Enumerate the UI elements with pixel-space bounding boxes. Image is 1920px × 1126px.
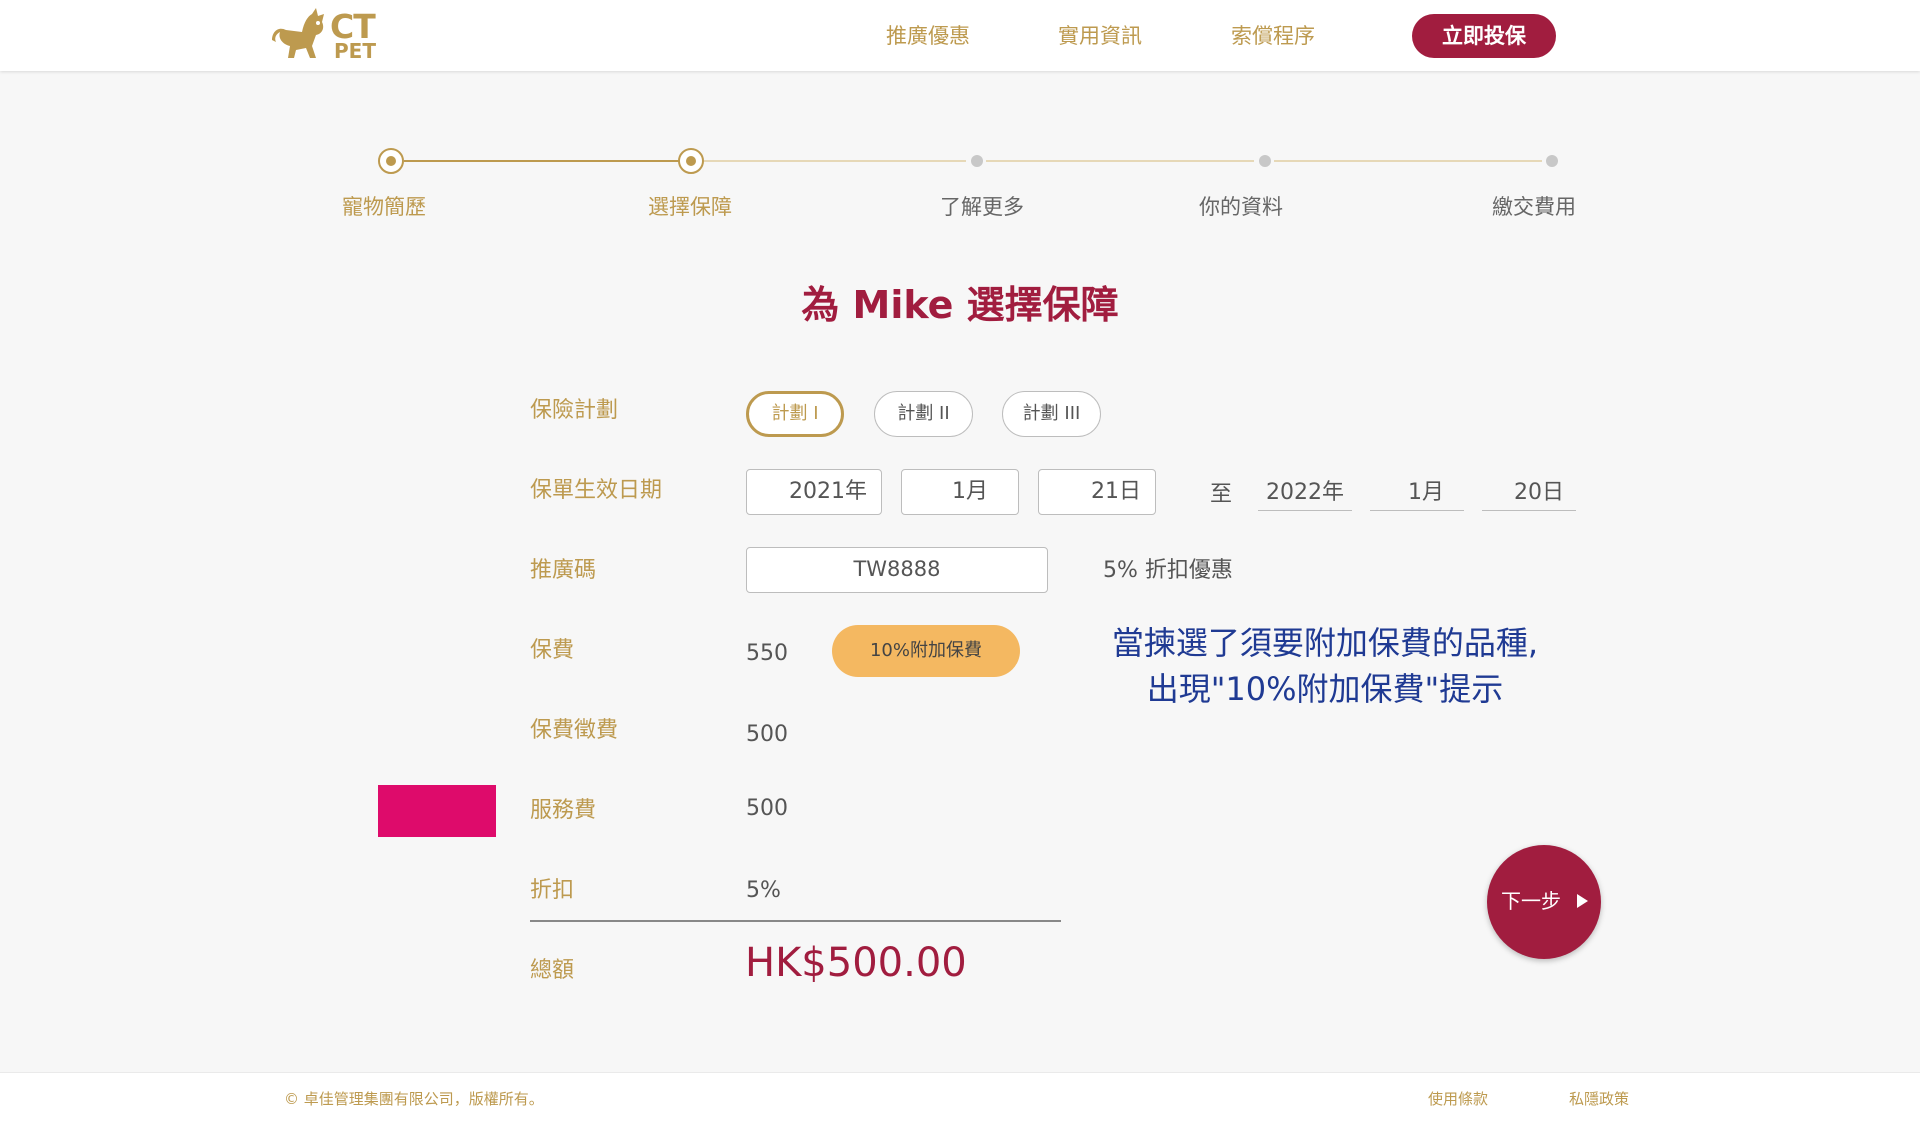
start-day-select[interactable]: 21日 bbox=[1038, 469, 1156, 515]
step-connector bbox=[704, 160, 966, 162]
promo-discount-text: 5% 折扣優惠 bbox=[1103, 558, 1233, 583]
effective-date-label: 保單生效日期 bbox=[530, 478, 663, 503]
step-dot-completed[interactable] bbox=[378, 148, 404, 174]
step-dot-pending bbox=[1546, 155, 1558, 167]
next-step-label: 下一步 bbox=[1501, 889, 1561, 913]
premium-label: 保費 bbox=[530, 638, 575, 663]
step-connector bbox=[986, 160, 1254, 162]
step-dot-pending bbox=[1259, 155, 1271, 167]
total-amount: HK$500.00 bbox=[745, 940, 967, 986]
annotation-line-2: 出現"10%附加保費"提示 bbox=[1146, 670, 1504, 708]
step-dot-pending bbox=[971, 155, 983, 167]
step-label-choose-cover[interactable]: 選擇保障 bbox=[648, 193, 732, 221]
logo[interactable]: CT PET bbox=[272, 8, 382, 62]
privacy-link[interactable]: 私隱政策 bbox=[1569, 1089, 1629, 1109]
levy-label: 保費徵費 bbox=[530, 718, 619, 743]
total-divider bbox=[530, 920, 1061, 922]
levy-value: 500 bbox=[746, 722, 788, 747]
annotation-line-1: 當揀選了須要附加保費的品種, bbox=[1111, 624, 1539, 662]
highlight-marker bbox=[378, 785, 496, 837]
start-year-select[interactable]: 2021年 bbox=[746, 469, 882, 515]
plan-2-button[interactable]: 計劃 II bbox=[874, 391, 973, 437]
end-month-field: 1月 bbox=[1370, 476, 1464, 511]
step-label-learn-more: 了解更多 bbox=[940, 195, 1024, 219]
copyright-text: © 卓佳管理集團有限公司，版權所有。 bbox=[284, 1090, 544, 1108]
logo-pet-text: PET bbox=[334, 39, 376, 63]
terms-link[interactable]: 使用條款 bbox=[1428, 1089, 1488, 1109]
nav-claims[interactable]: 索償程序 bbox=[1231, 22, 1315, 50]
total-label: 總額 bbox=[530, 958, 575, 983]
next-step-button[interactable]: 下一步 bbox=[1487, 845, 1601, 959]
apply-now-button[interactable]: 立即投保 bbox=[1412, 14, 1556, 58]
cat-logo-icon bbox=[272, 8, 324, 58]
discount-label: 折扣 bbox=[530, 878, 575, 903]
header: CT PET 推廣優惠 實用資訊 索償程序 立即投保 bbox=[0, 0, 1920, 71]
page-title: 為 Mike 選擇保障 bbox=[801, 283, 1119, 327]
promo-code-label: 推廣碼 bbox=[530, 558, 597, 583]
annotation-note: 當揀選了須要附加保費的品種, 出現"10%附加保費"提示 bbox=[1080, 620, 1570, 712]
end-year-field: 2022年 bbox=[1258, 476, 1352, 511]
discount-value: 5% bbox=[746, 878, 781, 903]
play-arrow-icon bbox=[1577, 894, 1588, 908]
plan-3-button[interactable]: 計劃 III bbox=[1002, 391, 1101, 437]
step-label-payment: 繳交費用 bbox=[1492, 195, 1576, 219]
plan-1-button[interactable]: 計劃 I bbox=[746, 391, 844, 437]
service-fee-value: 500 bbox=[746, 796, 788, 821]
surcharge-badge: 10%附加保費 bbox=[832, 625, 1020, 677]
plan-label: 保險計劃 bbox=[530, 398, 619, 423]
promo-code-input[interactable]: TW8888 bbox=[746, 547, 1048, 593]
step-connector bbox=[1274, 160, 1542, 162]
nav-promotions[interactable]: 推廣優惠 bbox=[886, 22, 970, 50]
nav-useful-info[interactable]: 實用資訊 bbox=[1058, 22, 1142, 50]
to-label: 至 bbox=[1210, 482, 1233, 507]
start-month-select[interactable]: 1月 bbox=[901, 469, 1019, 515]
step-label-pet-profile[interactable]: 寵物簡歷 bbox=[342, 193, 426, 221]
step-connector-done bbox=[404, 160, 694, 162]
premium-value: 550 bbox=[746, 641, 788, 666]
service-fee-label: 服務費 bbox=[530, 798, 597, 823]
footer: © 卓佳管理集團有限公司，版權所有。 使用條款 私隱政策 bbox=[0, 1072, 1920, 1126]
step-label-your-info: 你的資料 bbox=[1199, 195, 1283, 219]
end-day-field: 20日 bbox=[1482, 476, 1576, 511]
step-dot-current[interactable] bbox=[678, 148, 704, 174]
